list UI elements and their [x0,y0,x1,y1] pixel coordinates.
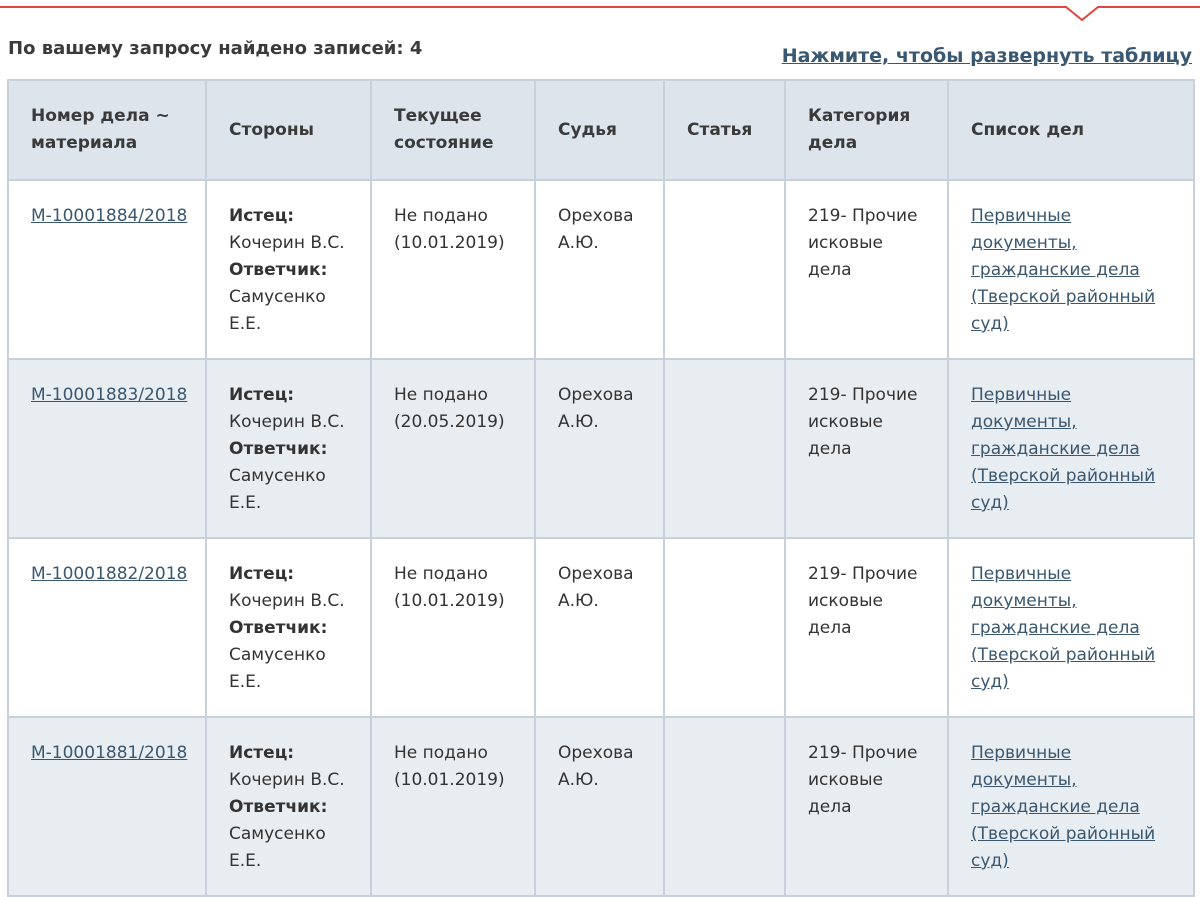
category-cell: 219- Прочие исковые дела [784,537,949,718]
plaintiff-name: Кочерин В.С. [229,770,345,790]
judge-cell: Орехова А.Ю. [534,537,665,718]
result-count: По вашему запросу найдено записей: 4 [8,38,423,59]
table-row: М-10001883/2018 Истец: Кочерин В.С. Отве… [7,358,1195,539]
table-row: М-10001881/2018 Истец: Кочерин В.С. Отве… [7,716,1195,897]
list-cell: Первичные документы, гражданские дела (Т… [947,716,1195,897]
case-number-link[interactable]: М-10001884/2018 [31,206,187,226]
category-cell: 219- Прочие исковые дела [784,716,949,897]
parties-cell: Истец: Кочерин В.С. Ответчик: Самусенко … [205,716,372,897]
case-number-cell: М-10001881/2018 [7,716,207,897]
judge-cell: Орехова А.Ю. [534,179,665,360]
column-header-state: Текущее состояние [370,79,536,181]
expand-table-link[interactable]: Нажмите, чтобы развернуть таблицу [782,45,1192,67]
case-number-link[interactable]: М-10001881/2018 [31,743,187,763]
defendant-label: Ответчик: [229,260,328,280]
category-cell: 219- Прочие исковые дела [784,179,949,360]
plaintiff-label: Истец: [229,206,295,226]
case-number-cell: М-10001882/2018 [7,537,207,718]
judge-cell: Орехова А.Ю. [534,716,665,897]
case-list-link[interactable]: Первичные документы, гражданские дела (Т… [971,385,1155,513]
defendant-label: Ответчик: [229,439,328,459]
table-row: М-10001882/2018 Истец: Кочерин В.С. Отве… [7,537,1195,718]
state-cell: Не подано (10.01.2019) [370,179,536,360]
state-cell: Не подано (10.01.2019) [370,716,536,897]
case-list-link[interactable]: Первичные документы, гражданские дела (Т… [971,743,1155,871]
case-number-cell: М-10001884/2018 [7,179,207,360]
column-header-category: Категория дела [784,79,949,181]
defendant-name: Самусенко Е.Е. [229,824,326,871]
judge-cell: Орехова А.Ю. [534,358,665,539]
plaintiff-name: Кочерин В.С. [229,591,345,611]
article-cell [663,537,786,718]
plaintiff-name: Кочерин В.С. [229,412,345,432]
defendant-name: Самусенко Е.Е. [229,287,326,334]
category-cell: 219- Прочие исковые дела [784,358,949,539]
cases-table: Номер дела ~ материала Стороны Текущее с… [7,79,1195,897]
case-number-cell: М-10001883/2018 [7,358,207,539]
parties-cell: Истец: Кочерин В.С. Ответчик: Самусенко … [205,179,372,360]
column-header-number: Номер дела ~ материала [7,79,207,181]
defendant-label: Ответчик: [229,618,328,638]
article-cell [663,358,786,539]
parties-cell: Истец: Кочерин В.С. Ответчик: Самусенко … [205,537,372,718]
table-row: М-10001884/2018 Истец: Кочерин В.С. Отве… [7,179,1195,360]
list-cell: Первичные документы, гражданские дела (Т… [947,179,1195,360]
table-header-row: Номер дела ~ материала Стороны Текущее с… [7,79,1195,181]
column-header-parties: Стороны [205,79,372,181]
case-list-link[interactable]: Первичные документы, гражданские дела (Т… [971,564,1155,692]
list-cell: Первичные документы, гражданские дела (Т… [947,537,1195,718]
top-accent-line [0,6,1200,22]
defendant-name: Самусенко Е.Е. [229,645,326,692]
plaintiff-name: Кочерин В.С. [229,233,345,253]
parties-cell: Истец: Кочерин В.С. Ответчик: Самусенко … [205,358,372,539]
plaintiff-label: Истец: [229,743,295,763]
defendant-label: Ответчик: [229,797,328,817]
state-cell: Не подано (20.05.2019) [370,358,536,539]
defendant-name: Самусенко Е.Е. [229,466,326,513]
state-cell: Не подано (10.01.2019) [370,537,536,718]
column-header-article: Статья [663,79,786,181]
article-cell [663,716,786,897]
plaintiff-label: Истец: [229,385,295,405]
list-cell: Первичные документы, гражданские дела (Т… [947,358,1195,539]
case-number-link[interactable]: М-10001883/2018 [31,385,187,405]
column-header-list: Список дел [947,79,1195,181]
article-cell [663,179,786,360]
plaintiff-label: Истец: [229,564,295,584]
column-header-judge: Судья [534,79,665,181]
case-number-link[interactable]: М-10001882/2018 [31,564,187,584]
case-list-link[interactable]: Первичные документы, гражданские дела (Т… [971,206,1155,334]
